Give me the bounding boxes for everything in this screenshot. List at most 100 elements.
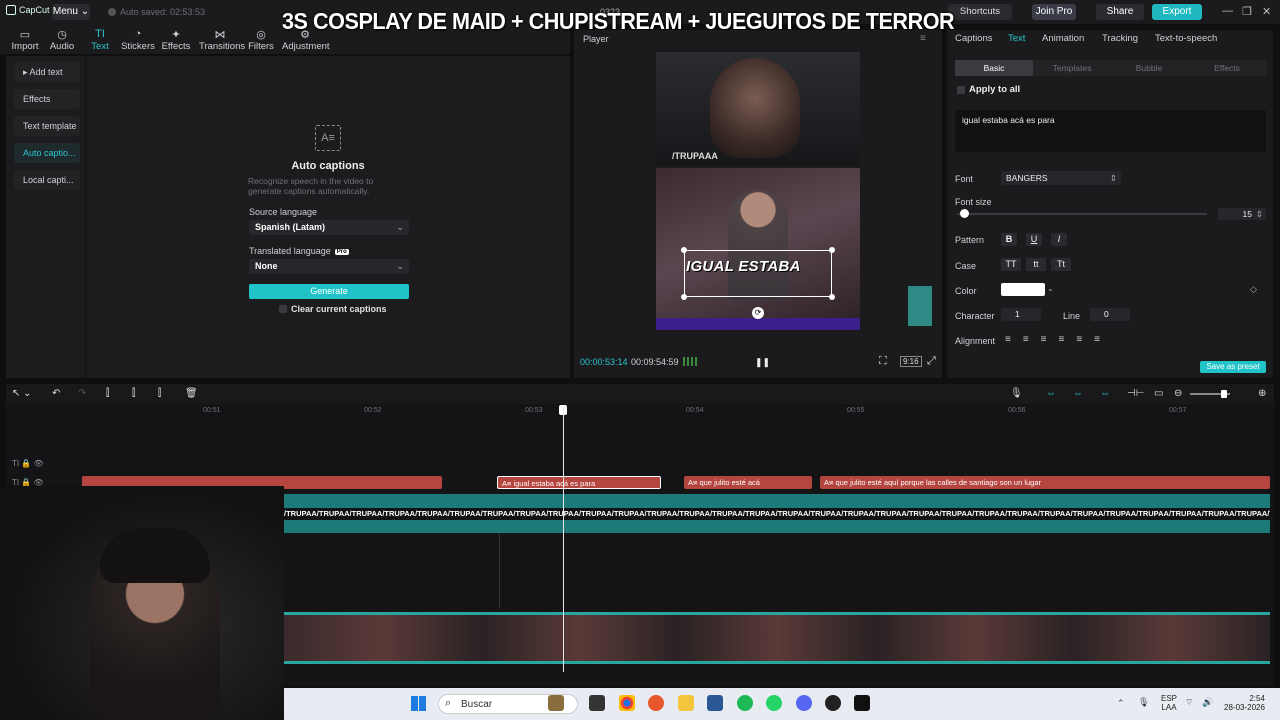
subtab-basic[interactable]: Basic <box>955 60 1033 76</box>
resize-handle[interactable] <box>829 247 835 253</box>
chevron-down-icon[interactable]: ⌄ <box>1047 284 1054 293</box>
spotify-icon[interactable] <box>737 695 753 711</box>
tool-effects[interactable]: ✦ Effects <box>156 28 196 52</box>
volume-icon[interactable]: 🔊 <box>1202 697 1213 708</box>
input-language[interactable]: ESP LAA <box>1161 694 1177 712</box>
nav-add-text[interactable]: ▸ Add text <box>14 62 80 82</box>
caption-clip-selected[interactable]: A≡ igual estaba acá es para <box>497 476 661 489</box>
tab-tracking[interactable]: Tracking <box>1102 33 1138 44</box>
subtab-templates[interactable]: Templates <box>1033 63 1111 73</box>
stepper-icon[interactable]: ⇕ <box>1256 208 1263 220</box>
resize-handle[interactable] <box>681 247 687 253</box>
track-controls[interactable]: TI 🔒 👁 <box>12 459 44 468</box>
player-menu-icon[interactable]: ≡ <box>920 33 926 44</box>
join-pro-button[interactable]: Join Pro <box>1032 4 1076 20</box>
fullscreen-icon[interactable]: ⤢ <box>927 355 936 368</box>
tab-text[interactable]: Text <box>1008 33 1025 44</box>
chrome-icon[interactable] <box>619 695 635 711</box>
whatsapp-icon[interactable] <box>766 695 782 711</box>
redo-icon[interactable]: ↷ <box>78 388 86 399</box>
fit-icon[interactable]: ⛶ <box>879 355 887 368</box>
zoom-slider-knob[interactable] <box>1221 390 1227 398</box>
export-button[interactable]: Export <box>1152 4 1202 20</box>
resize-handle[interactable] <box>681 294 687 300</box>
minimize-icon[interactable]: — <box>1222 5 1233 17</box>
rotate-icon[interactable]: ⟳ <box>752 307 764 319</box>
caption-clip[interactable]: A≡ que julito esté acá <box>684 476 812 489</box>
case-title-button[interactable]: Tt <box>1051 258 1071 271</box>
character-spacing-input[interactable]: 1 <box>1001 308 1041 321</box>
tab-animation[interactable]: Animation <box>1042 33 1084 44</box>
tool-import[interactable]: ▭ Import <box>5 28 45 52</box>
clear-captions-checkbox[interactable]: Clear current captions <box>279 304 387 314</box>
discord-icon[interactable] <box>796 695 812 711</box>
tray-chevron-icon[interactable]: ⌃ <box>1117 698 1125 709</box>
store-icon[interactable] <box>707 695 723 711</box>
trim-right-icon[interactable]: ⫿ <box>158 388 161 399</box>
capcut-taskbar-icon[interactable] <box>854 695 870 711</box>
font-size-slider-knob[interactable] <box>960 209 969 218</box>
case-lower-button[interactable]: tt <box>1026 258 1046 271</box>
font-size-input[interactable]: 15 ⇕ <box>1218 208 1266 220</box>
file-explorer-icon[interactable] <box>678 695 694 711</box>
task-view-icon[interactable] <box>589 695 605 711</box>
snap-icon[interactable]: ⇔ <box>1100 388 1110 399</box>
magnet-icon[interactable]: ⇔ <box>1073 388 1083 399</box>
tool-filters[interactable]: ◎ Filters <box>241 28 281 52</box>
tool-text[interactable]: TI Text <box>80 28 120 52</box>
bold-button[interactable]: B <box>1001 233 1017 246</box>
line-spacing-input[interactable]: 0 <box>1090 308 1130 321</box>
caption-clip[interactable]: A≡ que julito esté aquí porque las calle… <box>820 476 1270 489</box>
caption-text-field[interactable]: igual estaba acá es para <box>955 110 1266 152</box>
resize-handle[interactable] <box>829 294 835 300</box>
italic-button[interactable]: I <box>1051 233 1067 246</box>
zoom-out-icon[interactable]: ⊖ <box>1174 388 1182 399</box>
underline-button[interactable]: U <box>1026 233 1042 246</box>
nav-text-template[interactable]: Text template <box>14 116 80 136</box>
undo-icon[interactable]: ↶ <box>52 388 60 399</box>
nav-local-captions[interactable]: Local capti... <box>14 170 80 190</box>
tab-captions[interactable]: Captions <box>955 33 993 44</box>
split-icon[interactable]: ⫿ <box>106 388 109 399</box>
keyframe-icon[interactable]: ◇ <box>1250 284 1257 295</box>
nav-effects[interactable]: Effects <box>14 89 80 109</box>
tool-transitions[interactable]: ⋈ Transitions <box>199 28 245 52</box>
zoom-in-icon[interactable]: ⊕ <box>1258 388 1266 399</box>
close-icon[interactable]: ✕ <box>1262 5 1271 18</box>
obs-icon[interactable] <box>825 695 841 711</box>
clock[interactable]: 2:54 28-03-2026 <box>1224 694 1265 712</box>
select-tool-icon[interactable]: ↖ ⌄ <box>12 388 32 399</box>
tab-text-to-speech[interactable]: Text-to-speech <box>1155 33 1217 44</box>
microphone-tray-icon[interactable]: 🎙 <box>1138 697 1149 708</box>
preview-icon[interactable]: ▭ <box>1154 388 1163 399</box>
apply-to-all-checkbox[interactable]: Apply to all <box>957 84 1020 95</box>
font-size-slider[interactable] <box>957 213 1207 215</box>
split-screen-icon[interactable]: ⊣⊢ <box>1127 388 1144 399</box>
tool-stickers[interactable]: ◔ Stickers <box>118 28 158 52</box>
translated-language-select[interactable]: None ⌄ <box>249 259 409 274</box>
source-language-select[interactable]: Spanish (Latam) ⌄ <box>249 220 409 235</box>
maximize-icon[interactable]: ❐ <box>1242 5 1252 18</box>
font-select[interactable]: BANGERS ⇕ <box>1001 171 1121 185</box>
main-video-track[interactable] <box>284 612 1270 664</box>
menu-button[interactable]: Menu ⌄ <box>52 4 90 20</box>
subtab-effects[interactable]: Effects <box>1188 63 1266 73</box>
case-upper-button[interactable]: TT <box>1001 258 1021 271</box>
alignment-buttons[interactable]: ≡≡≡≡≡≡ <box>1005 334 1112 345</box>
pause-icon[interactable]: ❚❚ <box>755 357 770 368</box>
microphone-icon[interactable]: 🎙 <box>1010 388 1023 399</box>
delete-icon[interactable]: 🗑 <box>185 388 198 399</box>
generate-button[interactable]: Generate <box>249 284 409 299</box>
windows-start-icon[interactable] <box>411 696 426 711</box>
playhead[interactable] <box>563 406 564 672</box>
tool-audio[interactable]: ◷ Audio <box>42 28 82 52</box>
nav-auto-captions[interactable]: Auto captio... <box>14 143 80 163</box>
subtab-bubble[interactable]: Bubble <box>1110 63 1188 73</box>
shortcuts-button[interactable]: Shortcuts <box>948 4 1012 20</box>
firefox-icon[interactable] <box>648 695 664 711</box>
aspect-ratio-button[interactable]: 9:16 <box>900 356 922 367</box>
save-preset-button[interactable]: Save as preset <box>1200 361 1266 373</box>
color-picker[interactable] <box>1001 283 1045 296</box>
share-button[interactable]: Share <box>1096 4 1144 20</box>
link-icon[interactable]: ⇔ <box>1046 388 1056 399</box>
